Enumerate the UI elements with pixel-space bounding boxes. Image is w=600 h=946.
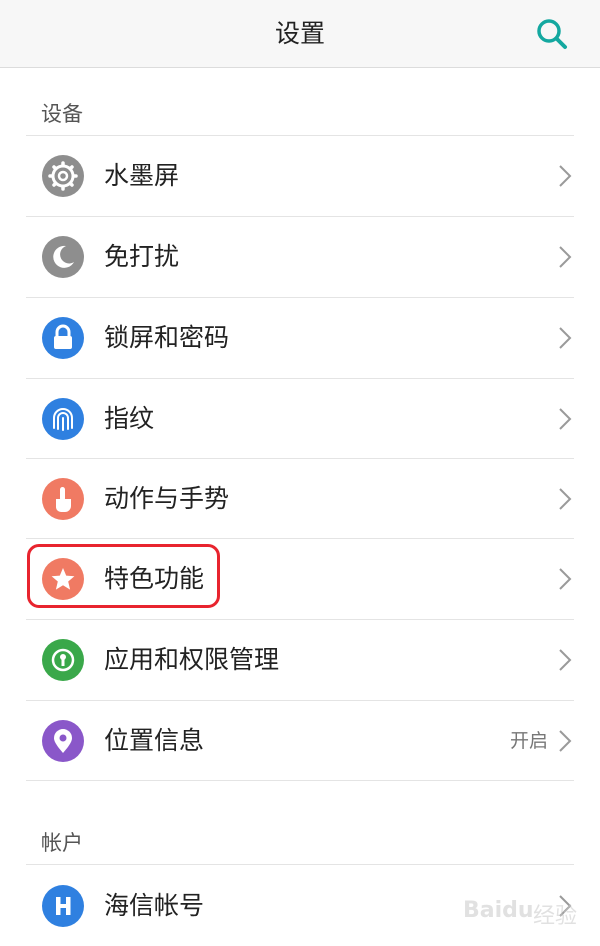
- moon-icon: [42, 236, 84, 278]
- settings-item-label: 免打扰: [104, 242, 180, 271]
- chevron-right-icon: [557, 407, 573, 431]
- location-icon: [42, 720, 84, 762]
- fingerprint-icon: [42, 398, 84, 440]
- highlight-annotation: [27, 544, 220, 608]
- app-permission-icon: [42, 639, 84, 681]
- settings-item-label: 应用和权限管理: [104, 645, 280, 674]
- baidu-watermark: Baidu 经验: [455, 876, 595, 936]
- settings-item-label: 水墨屏: [104, 161, 180, 190]
- settings-item-label: 位置信息: [104, 726, 205, 755]
- chevron-right-icon: [557, 164, 573, 188]
- chevron-right-icon: [557, 245, 573, 269]
- settings-item-label: 锁屏和密码: [104, 323, 230, 352]
- settings-item-label: 动作与手势: [104, 484, 230, 513]
- watermark-brand: Baidu: [463, 898, 534, 923]
- hisense-h-icon: [42, 885, 84, 927]
- settings-item-ink-screen[interactable]: 水墨屏: [0, 136, 600, 216]
- settings-item-location[interactable]: 位置信息 开启: [0, 701, 600, 781]
- settings-item-label: 海信帐号: [104, 891, 205, 920]
- divider: [26, 780, 574, 781]
- settings-item-label: 指纹: [104, 404, 155, 433]
- location-status-value: 开启: [509, 730, 548, 752]
- gear-icon: [42, 155, 84, 197]
- top-app-bar: 设置: [0, 0, 600, 68]
- chevron-right-icon: [557, 729, 573, 753]
- hand-gesture-icon: [42, 478, 84, 520]
- chevron-right-icon: [557, 648, 573, 672]
- chevron-right-icon: [557, 326, 573, 350]
- watermark-sub: 经验: [533, 904, 578, 929]
- chevron-right-icon: [557, 487, 573, 511]
- settings-item-app-permissions[interactable]: 应用和权限管理: [0, 620, 600, 700]
- page-title: 设置: [274, 19, 325, 48]
- settings-item-gestures[interactable]: 动作与手势: [0, 459, 600, 539]
- settings-item-lock-screen[interactable]: 锁屏和密码: [0, 298, 600, 378]
- settings-item-do-not-disturb[interactable]: 免打扰: [0, 217, 600, 297]
- divider: [26, 864, 574, 865]
- chevron-right-icon: [557, 567, 573, 591]
- section-header-account: 帐户: [41, 831, 83, 855]
- search-icon[interactable]: [532, 14, 572, 54]
- lock-icon: [42, 317, 84, 359]
- section-header-device: 设备: [41, 102, 83, 126]
- settings-item-fingerprint[interactable]: 指纹: [0, 379, 600, 459]
